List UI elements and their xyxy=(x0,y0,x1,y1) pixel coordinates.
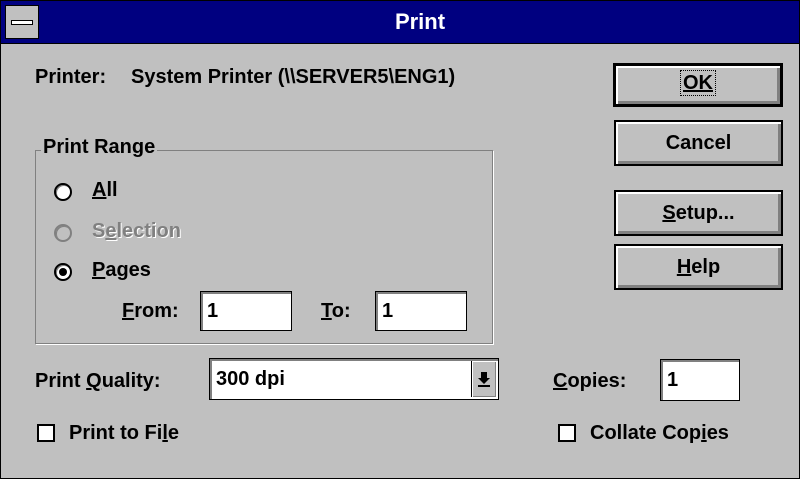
copies-input[interactable]: 1 xyxy=(660,359,740,401)
help-button[interactable]: Help xyxy=(614,244,783,290)
collate-copies-label[interactable]: Collate Copies xyxy=(590,422,729,445)
radio-all-label[interactable]: All xyxy=(92,179,118,202)
radio-selection-label: Selection xyxy=(92,220,181,242)
help-button-label: Help xyxy=(676,256,721,278)
setup-button-label: Setup... xyxy=(662,202,735,224)
print-range-legend: Print Range xyxy=(41,136,158,159)
printer-name: System Printer (\\SERVER5\ENG1) xyxy=(131,66,456,88)
radio-selected-dot xyxy=(59,268,67,276)
print-dialog: Print Printer: System Printer (\\SERVER5… xyxy=(0,0,800,479)
dialog-title: Print xyxy=(394,9,446,34)
to-input[interactable]: 1 xyxy=(375,291,467,331)
from-input[interactable]: 1 xyxy=(200,291,292,331)
radio-all[interactable] xyxy=(54,183,72,201)
radio-selection xyxy=(54,224,72,242)
print-quality-select[interactable]: 300 dpi xyxy=(209,358,499,400)
printer-label: Printer: xyxy=(35,66,107,88)
collate-copies-checkbox[interactable] xyxy=(558,424,576,442)
radio-pages[interactable] xyxy=(54,263,72,281)
from-label: From: xyxy=(122,300,179,322)
print-to-file-checkbox[interactable] xyxy=(37,424,55,442)
setup-button[interactable]: Setup... xyxy=(614,190,783,236)
dropdown-arrow-icon[interactable] xyxy=(471,361,496,397)
print-quality-label: Print Quality: xyxy=(35,370,161,392)
title-bar: Print xyxy=(1,1,799,44)
ok-button[interactable]: OK xyxy=(613,63,783,107)
to-label: To: xyxy=(321,300,351,322)
ok-button-label: OK xyxy=(680,70,716,96)
down-arrow-icon xyxy=(478,372,490,387)
radio-pages-label[interactable]: Pages xyxy=(92,259,151,282)
copies-label: Copies: xyxy=(553,370,627,392)
cancel-button[interactable]: Cancel xyxy=(614,120,783,166)
print-quality-value: 300 dpi xyxy=(216,368,285,390)
cancel-button-label: Cancel xyxy=(665,132,732,154)
system-menu-icon[interactable] xyxy=(5,5,39,39)
print-to-file-label[interactable]: Print to File xyxy=(69,422,179,445)
